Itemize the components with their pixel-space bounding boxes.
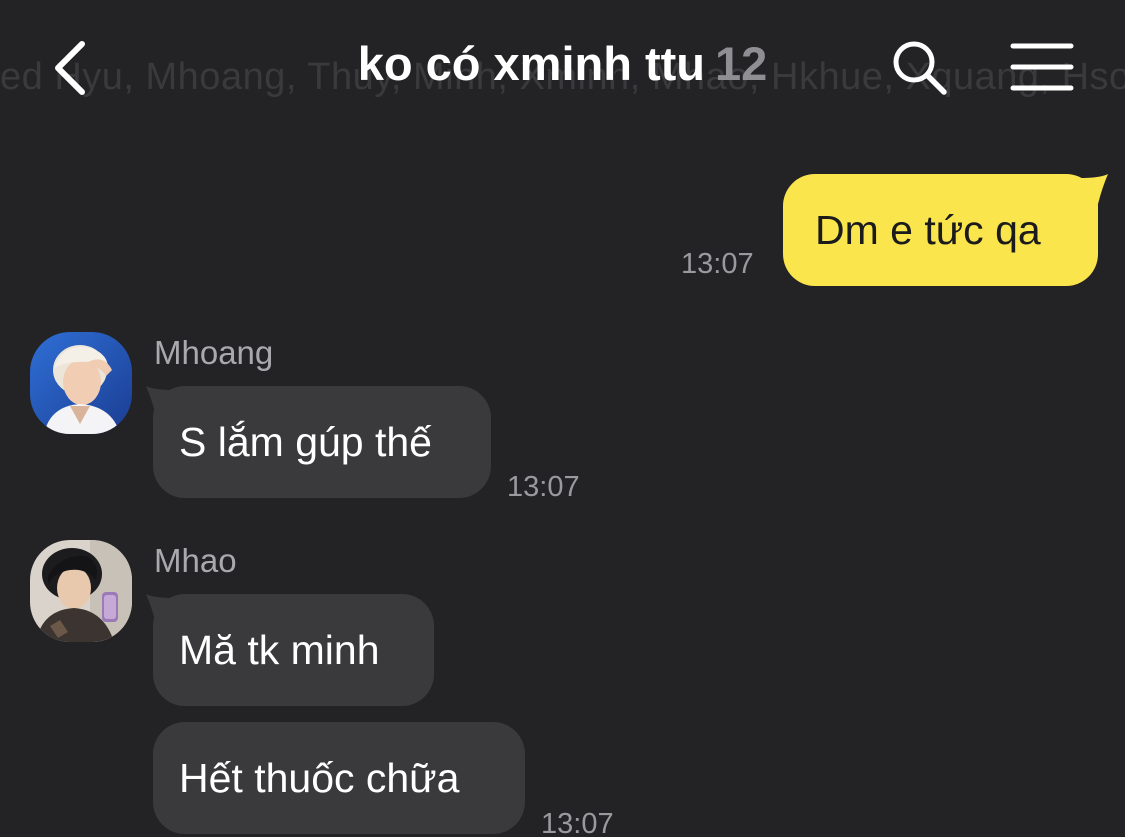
message-timestamp: 13:07 xyxy=(541,808,614,837)
member-list-marquee: ed Hyu, Mhoang, Thuy, Minh, Xminh, Mhao,… xyxy=(0,56,1125,98)
message-text: Mă tk minh xyxy=(179,626,380,673)
sender-name: Mhoang xyxy=(154,334,274,371)
message-timestamp: 13:07 xyxy=(507,471,580,503)
message-text: S lắm gúp thế xyxy=(179,418,432,465)
back-button[interactable] xyxy=(40,36,100,100)
hamburger-menu-icon xyxy=(1010,43,1074,91)
avatar[interactable] xyxy=(30,540,132,642)
message-text: Hết thuốc chữa xyxy=(179,754,460,801)
avatar[interactable] xyxy=(30,332,132,434)
incoming-message-bubble[interactable]: Hết thuốc chữa xyxy=(153,722,525,834)
search-icon xyxy=(893,41,947,95)
menu-button[interactable] xyxy=(1006,36,1078,98)
avatar-photo-mhao xyxy=(30,540,132,642)
search-button[interactable] xyxy=(886,34,952,100)
incoming-message-bubble[interactable]: S lắm gúp thế xyxy=(153,386,491,498)
sender-name: Mhao xyxy=(154,542,237,579)
avatar-photo-mhoang xyxy=(30,332,132,434)
incoming-message-bubble[interactable]: Mă tk minh xyxy=(153,594,434,706)
outgoing-message-bubble[interactable]: Dm e tức qa xyxy=(783,174,1098,286)
message-text: Dm e tức qa xyxy=(815,206,1041,253)
message-timestamp: 13:07 xyxy=(681,248,754,280)
chevron-left-icon xyxy=(55,41,85,95)
chat-screen: ed Hyu, Mhoang, Thuy, Minh, Xminh, Mhao,… xyxy=(0,0,1125,837)
